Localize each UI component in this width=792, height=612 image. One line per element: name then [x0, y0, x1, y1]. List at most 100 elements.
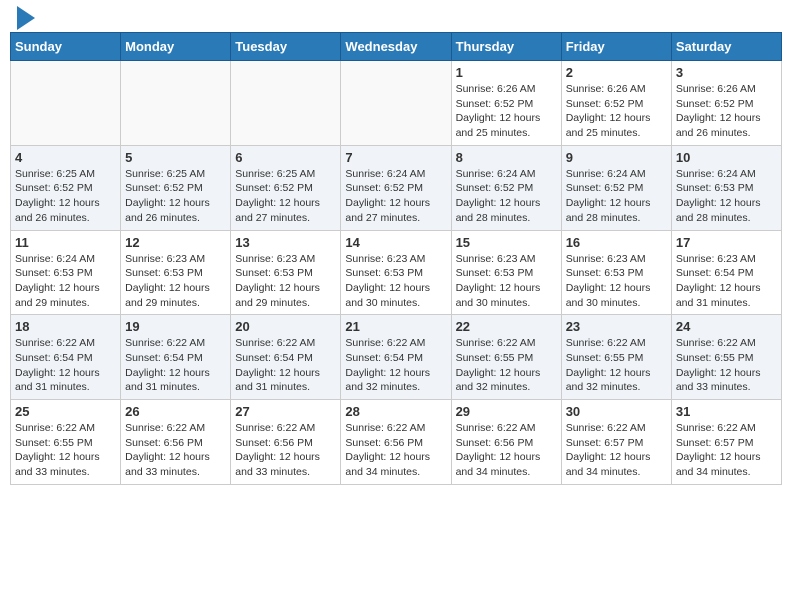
day-number: 11: [15, 235, 116, 250]
day-number: 2: [566, 65, 667, 80]
calendar-cell: 30 Sunrise: 6:22 AM Sunset: 6:57 PM Dayli…: [561, 400, 671, 485]
day-number: 17: [676, 235, 777, 250]
calendar-week-row: 11 Sunrise: 6:24 AM Sunset: 6:53 PM Dayli…: [11, 230, 782, 315]
calendar-cell: 25 Sunrise: 6:22 AM Sunset: 6:55 PM Dayli…: [11, 400, 121, 485]
calendar-cell: 11 Sunrise: 6:24 AM Sunset: 6:53 PM Dayli…: [11, 230, 121, 315]
calendar-cell: 31 Sunrise: 6:22 AM Sunset: 6:57 PM Dayli…: [671, 400, 781, 485]
calendar-cell: 16Sunrise: 6:23 AM Sunset: 6:53 PM Dayli…: [561, 230, 671, 315]
day-info: Sunrise: 6:22 AM Sunset: 6:54 PM Dayligh…: [235, 336, 336, 395]
calendar-cell: 27 Sunrise: 6:22 AM Sunset: 6:56 PM Dayli…: [231, 400, 341, 485]
day-info: Sunrise: 6:22 AM Sunset: 6:57 PM Dayligh…: [566, 421, 667, 480]
day-number: 4: [15, 150, 116, 165]
day-number: 3: [676, 65, 777, 80]
day-number: 22: [456, 319, 557, 334]
day-info: Sunrise: 6:22 AM Sunset: 6:54 PM Dayligh…: [125, 336, 226, 395]
calendar-cell: 13 Sunrise: 6:23 AM Sunset: 6:53 PM Dayli…: [231, 230, 341, 315]
calendar-cell: 29 Sunrise: 6:22 AM Sunset: 6:56 PM Dayli…: [451, 400, 561, 485]
calendar-cell: 6Sunrise: 6:25 AM Sunset: 6:52 PM Daylig…: [231, 145, 341, 230]
day-info: Sunrise: 6:22 AM Sunset: 6:54 PM Dayligh…: [345, 336, 446, 395]
logo: [14, 10, 35, 24]
calendar-cell: [231, 61, 341, 146]
calendar-cell: 22 Sunrise: 6:22 AM Sunset: 6:55 PM Dayli…: [451, 315, 561, 400]
calendar-week-row: 4 Sunrise: 6:25 AM Sunset: 6:52 PM Daylig…: [11, 145, 782, 230]
day-number: 21: [345, 319, 446, 334]
day-info: Sunrise: 6:24 AM Sunset: 6:53 PM Dayligh…: [676, 167, 777, 226]
calendar-cell: 8 Sunrise: 6:24 AM Sunset: 6:52 PM Daylig…: [451, 145, 561, 230]
day-number: 23: [566, 319, 667, 334]
calendar-cell: [11, 61, 121, 146]
day-number: 8: [456, 150, 557, 165]
day-info: Sunrise: 6:23 AM Sunset: 6:53 PM Dayligh…: [125, 252, 226, 311]
calendar-table: SundayMondayTuesdayWednesdayThursdayFrid…: [10, 32, 782, 485]
calendar-cell: 4 Sunrise: 6:25 AM Sunset: 6:52 PM Daylig…: [11, 145, 121, 230]
day-info: Sunrise: 6:24 AM Sunset: 6:53 PM Dayligh…: [15, 252, 116, 311]
calendar-week-row: 25 Sunrise: 6:22 AM Sunset: 6:55 PM Dayli…: [11, 400, 782, 485]
weekday-header-monday: Monday: [121, 33, 231, 61]
day-info: Sunrise: 6:24 AM Sunset: 6:52 PM Dayligh…: [456, 167, 557, 226]
weekday-header-tuesday: Tuesday: [231, 33, 341, 61]
calendar-cell: 23 Sunrise: 6:22 AM Sunset: 6:55 PM Dayli…: [561, 315, 671, 400]
day-info: Sunrise: 6:22 AM Sunset: 6:57 PM Dayligh…: [676, 421, 777, 480]
page-header: [10, 10, 782, 24]
day-number: 10: [676, 150, 777, 165]
calendar-cell: 24Sunrise: 6:22 AM Sunset: 6:55 PM Dayli…: [671, 315, 781, 400]
day-info: Sunrise: 6:23 AM Sunset: 6:53 PM Dayligh…: [456, 252, 557, 311]
day-number: 30: [566, 404, 667, 419]
day-info: Sunrise: 6:25 AM Sunset: 6:52 PM Dayligh…: [125, 167, 226, 226]
day-number: 31: [676, 404, 777, 419]
day-number: 19: [125, 319, 226, 334]
calendar-cell: [341, 61, 451, 146]
weekday-header-sunday: Sunday: [11, 33, 121, 61]
calendar-cell: 10 Sunrise: 6:24 AM Sunset: 6:53 PM Dayli…: [671, 145, 781, 230]
day-number: 20: [235, 319, 336, 334]
weekday-header-saturday: Saturday: [671, 33, 781, 61]
day-info: Sunrise: 6:23 AM Sunset: 6:53 PM Dayligh…: [235, 252, 336, 311]
calendar-cell: 7 Sunrise: 6:24 AM Sunset: 6:52 PM Daylig…: [341, 145, 451, 230]
day-number: 1: [456, 65, 557, 80]
day-info: Sunrise: 6:22 AM Sunset: 6:56 PM Dayligh…: [456, 421, 557, 480]
day-number: 16: [566, 235, 667, 250]
day-number: 5: [125, 150, 226, 165]
day-number: 13: [235, 235, 336, 250]
calendar-cell: 1 Sunrise: 6:26 AM Sunset: 6:52 PM Daylig…: [451, 61, 561, 146]
calendar-cell: 12 Sunrise: 6:23 AM Sunset: 6:53 PM Dayli…: [121, 230, 231, 315]
weekday-header-friday: Friday: [561, 33, 671, 61]
day-number: 12: [125, 235, 226, 250]
day-info: Sunrise: 6:24 AM Sunset: 6:52 PM Dayligh…: [345, 167, 446, 226]
day-number: 14: [345, 235, 446, 250]
calendar-cell: 15 Sunrise: 6:23 AM Sunset: 6:53 PM Dayli…: [451, 230, 561, 315]
day-number: 27: [235, 404, 336, 419]
calendar-cell: 14 Sunrise: 6:23 AM Sunset: 6:53 PM Dayli…: [341, 230, 451, 315]
day-number: 7: [345, 150, 446, 165]
day-info: Sunrise: 6:26 AM Sunset: 6:52 PM Dayligh…: [676, 82, 777, 141]
day-info: Sunrise: 6:26 AM Sunset: 6:52 PM Dayligh…: [566, 82, 667, 141]
calendar-cell: 5 Sunrise: 6:25 AM Sunset: 6:52 PM Daylig…: [121, 145, 231, 230]
day-info: Sunrise: 6:22 AM Sunset: 6:55 PM Dayligh…: [566, 336, 667, 395]
day-info: Sunrise: 6:23 AM Sunset: 6:53 PM Dayligh…: [345, 252, 446, 311]
day-number: 28: [345, 404, 446, 419]
day-number: 18: [15, 319, 116, 334]
day-info: Sunrise: 6:26 AM Sunset: 6:52 PM Dayligh…: [456, 82, 557, 141]
day-info: Sunrise: 6:22 AM Sunset: 6:56 PM Dayligh…: [235, 421, 336, 480]
day-info: Sunrise: 6:25 AM Sunset: 6:52 PM Dayligh…: [235, 167, 336, 226]
day-number: 9: [566, 150, 667, 165]
day-number: 29: [456, 404, 557, 419]
calendar-cell: 21 Sunrise: 6:22 AM Sunset: 6:54 PM Dayli…: [341, 315, 451, 400]
day-number: 25: [15, 404, 116, 419]
calendar-cell: 2 Sunrise: 6:26 AM Sunset: 6:52 PM Daylig…: [561, 61, 671, 146]
calendar-cell: 19 Sunrise: 6:22 AM Sunset: 6:54 PM Dayli…: [121, 315, 231, 400]
calendar-cell: 18Sunrise: 6:22 AM Sunset: 6:54 PM Dayli…: [11, 315, 121, 400]
calendar-cell: 28 Sunrise: 6:22 AM Sunset: 6:56 PM Dayli…: [341, 400, 451, 485]
calendar-cell: 26Sunrise: 6:22 AM Sunset: 6:56 PM Dayli…: [121, 400, 231, 485]
day-info: Sunrise: 6:24 AM Sunset: 6:52 PM Dayligh…: [566, 167, 667, 226]
day-info: Sunrise: 6:25 AM Sunset: 6:52 PM Dayligh…: [15, 167, 116, 226]
day-number: 15: [456, 235, 557, 250]
day-info: Sunrise: 6:22 AM Sunset: 6:55 PM Dayligh…: [15, 421, 116, 480]
calendar-week-row: 1 Sunrise: 6:26 AM Sunset: 6:52 PM Daylig…: [11, 61, 782, 146]
logo-arrow-icon: [17, 6, 35, 30]
day-info: Sunrise: 6:22 AM Sunset: 6:56 PM Dayligh…: [345, 421, 446, 480]
calendar-cell: 3 Sunrise: 6:26 AM Sunset: 6:52 PM Daylig…: [671, 61, 781, 146]
day-info: Sunrise: 6:22 AM Sunset: 6:55 PM Dayligh…: [456, 336, 557, 395]
calendar-cell: [121, 61, 231, 146]
calendar-cell: 9 Sunrise: 6:24 AM Sunset: 6:52 PM Daylig…: [561, 145, 671, 230]
